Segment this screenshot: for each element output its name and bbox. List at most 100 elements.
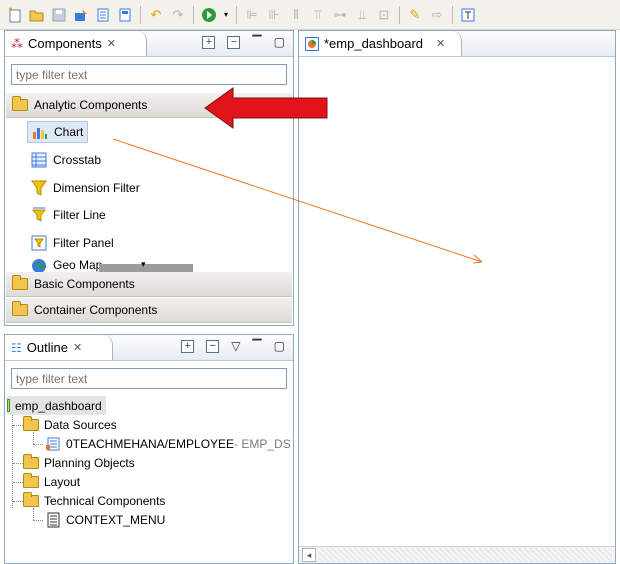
folder-open-icon	[12, 96, 28, 111]
new-app-icon[interactable]	[6, 6, 24, 24]
components-filter-input[interactable]	[11, 64, 287, 85]
component-item-geo-map[interactable]: Geo Map	[27, 258, 106, 272]
components-view: ⁂ Components ✕ + − ▔ ▢ Analytic Componen…	[4, 30, 294, 326]
outline-filter-input[interactable]	[11, 368, 287, 389]
editor-canvas[interactable]	[299, 57, 615, 546]
category-label: Container Components	[34, 303, 158, 317]
tree-node-technical-components[interactable]: Technical Components	[23, 491, 165, 510]
tree-node-planning-objects[interactable]: Planning Objects	[23, 453, 135, 472]
outline-tab-label: Outline	[26, 340, 68, 355]
redo-icon[interactable]: ↷	[169, 6, 187, 24]
align-left-icon[interactable]: ⊫	[243, 6, 261, 24]
align-bottom-icon[interactable]: ⫫	[353, 6, 371, 24]
outline-icon: ☷	[11, 340, 22, 355]
view-menu-icon[interactable]: ▽	[231, 339, 240, 353]
category-basic-components[interactable]: Basic Components	[6, 272, 292, 297]
tree-node-label: Planning Objects	[44, 455, 135, 470]
component-label: Geo Map	[53, 258, 103, 272]
tree-node-label: Data Sources	[44, 417, 117, 432]
dimension-filter-icon	[31, 180, 47, 196]
dashboard-icon	[305, 36, 319, 51]
components-view-actions: + − ▔ ▢	[202, 35, 285, 49]
folder-open-icon	[12, 275, 28, 290]
align-top-icon[interactable]: ⫪	[309, 6, 327, 24]
tree-node-label: 0TEACHMEHANA/EMPLOYEE	[66, 436, 235, 451]
script-icon[interactable]	[94, 6, 112, 24]
category-label: Basic Components	[34, 277, 135, 291]
open-icon[interactable]	[28, 6, 46, 24]
component-label: Dimension Filter	[53, 181, 140, 195]
tree-node-root[interactable]: emp_dashboard	[7, 396, 106, 415]
tree-connector	[13, 482, 23, 483]
close-icon[interactable]: ✕	[73, 341, 82, 354]
drag-ghost-bar: ▾	[99, 259, 193, 272]
toolbar-separator	[236, 5, 237, 24]
collapse-all-icon[interactable]: −	[227, 35, 241, 49]
tree-connector	[13, 463, 23, 464]
component-item-chart[interactable]: Chart	[27, 121, 89, 143]
components-view-header: ⁂ Components ✕ + − ▔ ▢	[5, 31, 293, 57]
tab-outline[interactable]: ☷ Outline ✕	[5, 335, 114, 360]
tab-emp-dashboard[interactable]: *emp_dashboard ✕	[299, 31, 463, 56]
properties-icon[interactable]	[116, 6, 134, 24]
scroll-left-icon[interactable]: ◂	[302, 548, 316, 562]
tree-connector	[33, 432, 34, 444]
tree-node-label: Technical Components	[44, 493, 166, 508]
outline-view-header: ☷ Outline ✕ + − ▽ ▔ ▢	[5, 335, 293, 361]
components-tab-label: Components	[28, 36, 102, 51]
outline-view: ☷ Outline ✕ + − ▽ ▔ ▢ emp_dashboard Data…	[4, 334, 294, 564]
component-item-filter-panel[interactable]: Filter Panel	[27, 232, 118, 254]
tree-node-label: Layout	[44, 474, 81, 489]
datasource-alias: - EMP_DS	[234, 436, 291, 451]
align-middle-icon[interactable]: ⊶	[331, 6, 349, 24]
outline-view-actions: + − ▽ ▔ ▢	[181, 339, 285, 353]
eraser-icon[interactable]: ✎	[406, 6, 424, 24]
filter-line-icon	[31, 207, 47, 222]
chart-icon	[33, 128, 47, 139]
fit-icon[interactable]: ⊡	[375, 6, 393, 24]
minimize-icon[interactable]: ▔	[252, 35, 261, 49]
component-label: Crosstab	[53, 153, 102, 167]
maximize-icon[interactable]: ▢	[274, 35, 285, 49]
toolbar-separator	[399, 5, 400, 24]
editor-area: *emp_dashboard ✕ ◂	[298, 30, 616, 564]
align-right-icon[interactable]: ⫴	[287, 6, 305, 24]
component-item-crosstab[interactable]: Crosstab	[27, 149, 105, 171]
folder-open-icon	[23, 415, 39, 431]
component-label: Filter Panel	[53, 236, 114, 250]
tree-connector	[33, 508, 34, 520]
folder-open-icon	[23, 472, 39, 488]
save-icon[interactable]	[50, 6, 68, 24]
tree-node-layout[interactable]: Layout	[23, 472, 80, 491]
align-center-icon[interactable]: ⊪	[265, 6, 283, 24]
tree-node-datasource[interactable]: 0TEACHMEHANA/EMPLOYEE - EMP_DS	[45, 434, 291, 453]
app-icon	[7, 399, 10, 412]
tab-components[interactable]: ⁂ Components ✕	[5, 31, 147, 56]
expand-all-icon[interactable]: +	[181, 339, 195, 353]
component-item-dimension-filter[interactable]: Dimension Filter	[27, 177, 144, 199]
execute-icon[interactable]	[200, 6, 218, 24]
close-icon[interactable]: ✕	[107, 37, 116, 50]
tree-node-data-sources[interactable]: Data Sources	[23, 415, 117, 434]
export-icon[interactable]: ⇨	[428, 6, 446, 24]
horizontal-scrollbar[interactable]: ◂	[299, 546, 615, 563]
category-container-components[interactable]: Container Components	[6, 298, 292, 323]
close-icon[interactable]: ✕	[436, 37, 445, 50]
collapse-all-icon[interactable]: −	[206, 339, 220, 353]
add-datasource-icon[interactable]	[72, 6, 90, 24]
maximize-icon[interactable]: ▢	[274, 339, 285, 353]
folder-open-icon	[12, 301, 28, 316]
geo-map-icon	[32, 259, 46, 272]
execute-dropdown-icon[interactable]: ▾	[222, 6, 230, 24]
component-item-filter-line[interactable]: Filter Line	[27, 204, 110, 226]
minimize-icon[interactable]: ▔	[252, 339, 261, 353]
tree-node-label: CONTEXT_MENU	[66, 512, 166, 527]
tree-node-context-menu[interactable]: CONTEXT_MENU	[45, 510, 165, 529]
editor-tab-bar: *emp_dashboard ✕	[299, 31, 615, 57]
expand-all-icon[interactable]: +	[202, 35, 216, 49]
component-label: Filter Line	[53, 208, 106, 222]
tree-connector	[33, 520, 43, 521]
scroll-track[interactable]	[319, 548, 612, 562]
undo-icon[interactable]: ↶	[147, 6, 165, 24]
text-box-icon[interactable]	[459, 6, 477, 24]
